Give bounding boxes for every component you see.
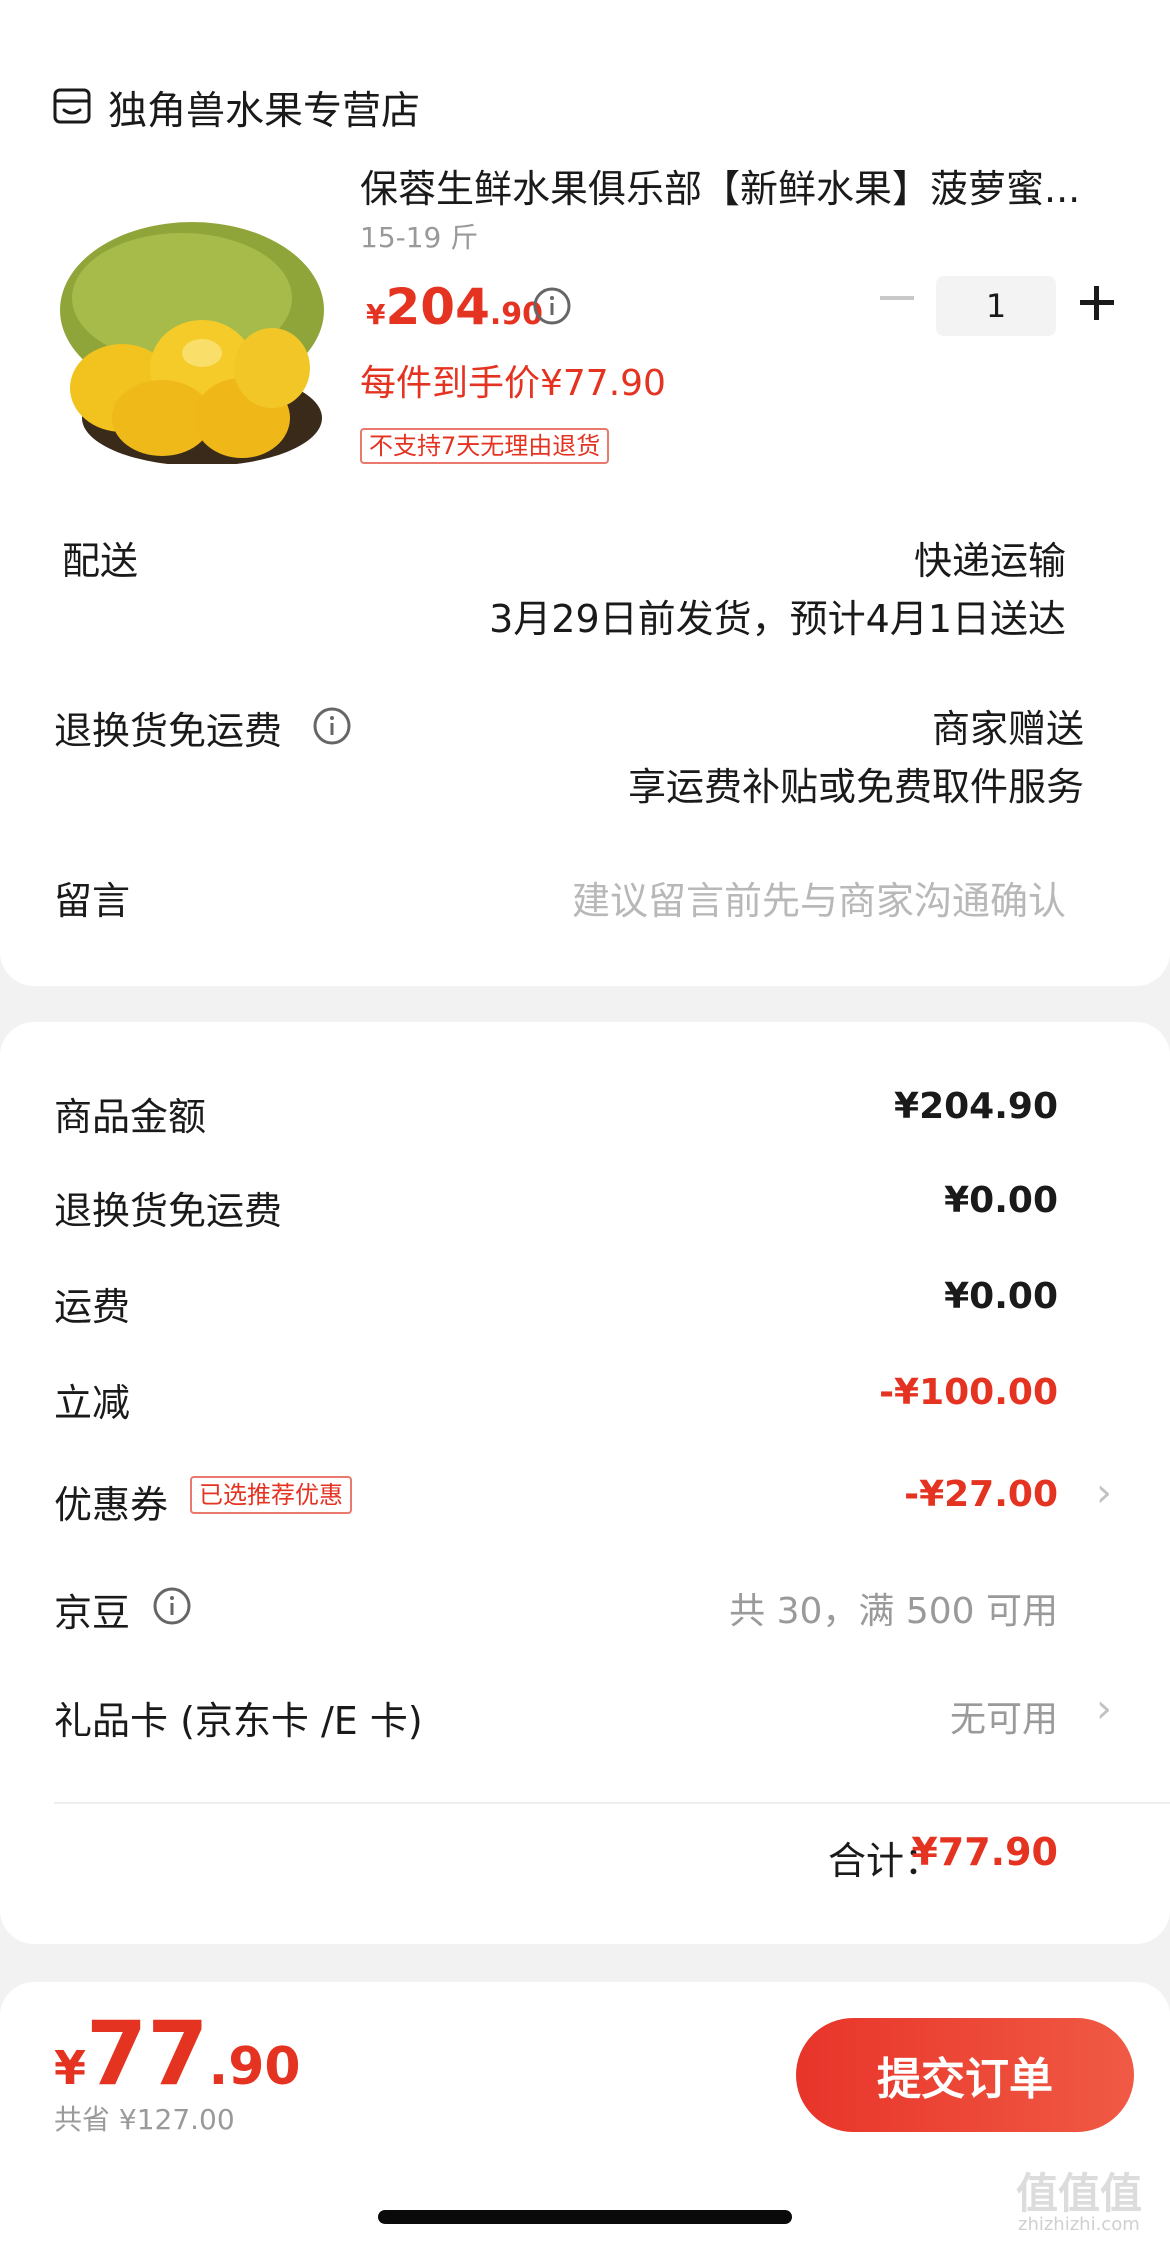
goods-amount-label: 商品金额 [54,1095,207,1139]
coupon-badge: 已选推荐优惠 [190,1476,352,1514]
coupon-value[interactable]: -¥27.00 [904,1474,1058,1515]
chevron-right-icon[interactable]: › [1096,1686,1112,1732]
final-price: ¥77.90 [54,2002,301,2105]
message-label: 留言 [54,879,131,923]
divider [54,1802,1170,1804]
final-price-decimal: .90 [208,2037,301,2097]
delivery-label: 配送 [62,539,139,583]
submit-order-button[interactable]: 提交订单 [796,2018,1134,2132]
jingdou-value: 共 30，满 500 可用 [729,1591,1058,1632]
return-shipping-provider: 商家赠送 [931,707,1084,751]
coupon-label: 优惠券 [54,1483,169,1527]
quantity-input[interactable]: 1 [936,276,1056,336]
saved-amount: 共省 ¥127.00 [54,2103,235,2136]
info-icon[interactable] [532,286,572,326]
info-icon[interactable] [312,706,352,746]
quantity-decrease-button[interactable] [880,296,914,300]
quantity-increase-button[interactable] [1080,286,1114,320]
watermark-logo: 值值值 [1016,2169,1143,2218]
return-policy-badge: 不支持7天无理由退货 [360,428,610,464]
return-fee-label: 退换货免运费 [54,1189,283,1233]
giftcard-value[interactable]: 无可用 [950,1690,1058,1742]
info-icon[interactable] [152,1586,192,1626]
discount-label: 立减 [54,1381,131,1425]
giftcard-label: 礼品卡 (京东卡 /E 卡) [54,1699,423,1743]
price-currency: ¥ [366,298,386,331]
total-value: ¥77.90 [911,1830,1058,1874]
discount-value: -¥100.00 [879,1372,1058,1413]
unit-price: 每件到手价¥77.90 [360,363,666,404]
final-price-integer: 77 [86,2002,209,2105]
jingdou-label: 京豆 [54,1591,131,1635]
product-price: ¥204.90 [366,278,543,336]
store-icon [53,88,91,124]
shipping-value: ¥0.00 [944,1276,1058,1317]
shipping-label: 运费 [54,1285,131,1329]
home-indicator[interactable] [378,2210,792,2224]
jackfruit-image[interactable] [52,218,324,464]
store-name[interactable]: 独角兽水果专营店 [108,80,420,136]
order-card [0,0,1170,986]
return-shipping-description: 享运费补贴或免费取件服务 [627,765,1084,809]
watermark-url: zhizhizhi.com [1018,2214,1140,2235]
product-spec: 15-19 斤 [360,221,479,254]
return-fee-value: ¥0.00 [944,1180,1058,1221]
delivery-method[interactable]: 快递运输 [914,530,1066,585]
chevron-right-icon[interactable]: › [1096,1470,1112,1516]
delivery-eta: 3月29日前发货，预计4月1日送达 [489,597,1066,641]
goods-amount-value: ¥204.90 [894,1086,1058,1127]
final-price-currency: ¥ [54,2041,87,2095]
message-input[interactable]: 建议留言前先与商家沟通确认 [572,870,1066,925]
product-title[interactable]: 保蓉生鲜水果俱乐部【新鲜水果】菠萝蜜... [360,158,1120,213]
price-integer: 204 [385,278,490,336]
return-shipping-label: 退换货免运费 [54,709,283,753]
